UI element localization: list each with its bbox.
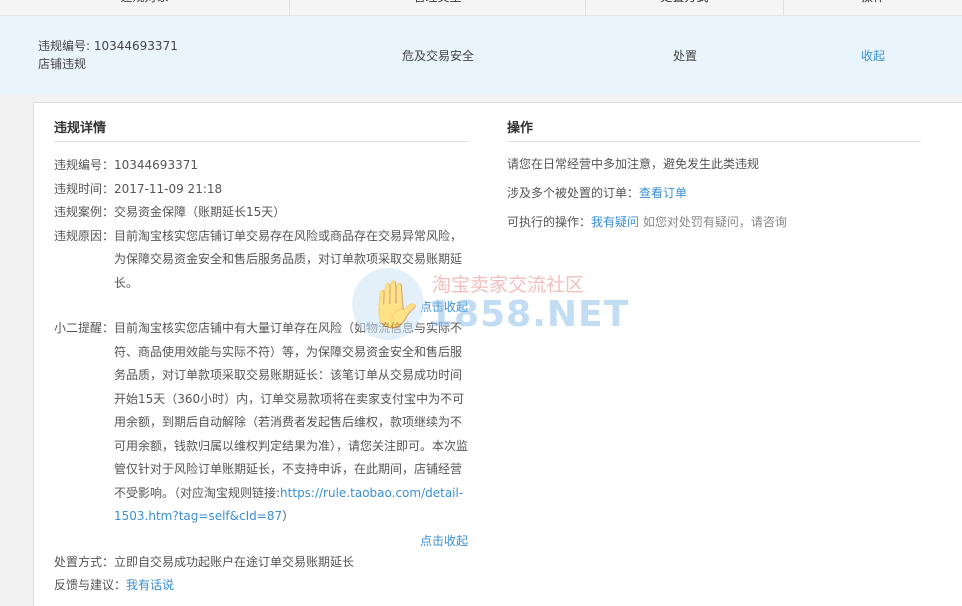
violation-table-header: 违规对象 管理类型 处置方式 操作: [0, 0, 962, 16]
violation-details-section: 违规详情 违规编号： 10344693371 违规时间： 2017-11-09 …: [54, 117, 468, 598]
detail-method-row: 处置方式： 立即自交易成功起账户在途订单交易账期延长: [54, 551, 468, 575]
actions-hint: 如您对处罚有疑问，请咨询: [642, 215, 787, 229]
detail-id-label: 违规编号：: [54, 158, 115, 172]
detail-method-label: 处置方式：: [54, 554, 115, 569]
detail-panel: 违规详情 违规编号： 10344693371 违规时间： 2017-11-09 …: [33, 102, 962, 606]
summary-type: 店铺违规: [38, 57, 87, 71]
header-target: 违规对象: [0, 0, 290, 15]
detail-time-value: 2017-11-09 21:18: [114, 181, 223, 196]
detail-case-value: 交易资金保障（账期延长15天）: [114, 205, 286, 219]
detail-case-label: 违规案例：: [54, 205, 115, 219]
orders-label: 涉及多个被处置的订单：: [507, 186, 640, 200]
detail-id-value: 10344693371: [114, 158, 198, 172]
header-action: 操作: [784, 0, 962, 15]
violation-summary-row: 违规编号: 10344693371 店铺违规 危及交易安全 处置 收起: [0, 16, 962, 94]
operations-notice: 请您在日常经营中多加注意，避免发生此类违规: [507, 157, 760, 171]
operations-actions-row: 可执行的操作：我有疑问 如您对处罚有疑问，请咨询: [507, 208, 921, 237]
header-type: 管理类型: [290, 0, 586, 15]
summary-category: 危及交易安全: [401, 48, 474, 63]
detail-reason-label: 违规原因：: [54, 228, 115, 243]
detail-time-row: 违规时间： 2017-11-09 21:18: [54, 178, 468, 202]
operations-orders-row: 涉及多个被处置的订单：查看订单: [507, 179, 921, 208]
reminder-close: ）: [282, 509, 295, 523]
summary-target: 违规编号: 10344693371 店铺违规: [0, 37, 290, 73]
summary-action: 处置: [672, 48, 697, 63]
operations-section: 操作 请您在日常经营中多加注意，避免发生此类违规 涉及多个被处置的订单：查看订单…: [507, 117, 921, 237]
detail-method-value: 立即自交易成功起账户在途订单交易账期延长: [114, 554, 355, 569]
feedback-link[interactable]: 我有话说: [126, 578, 174, 592]
details-title: 违规详情: [54, 117, 468, 142]
actions-label: 可执行的操作：: [507, 215, 592, 229]
reason-collapse-link[interactable]: 点击收起: [420, 300, 468, 314]
header-method: 处置方式: [586, 0, 784, 15]
detail-reminder-label: 小二提醒：: [54, 321, 115, 335]
operations-title: 操作: [507, 117, 921, 142]
detail-reminder-value: 目前淘宝核实您店铺中有大量订单存在风险（如物流信息与实际不符、商品使用效能与实际…: [114, 317, 468, 529]
detail-case-row: 违规案例： 交易资金保障（账期延长15天）: [54, 201, 468, 225]
reminder-text: 目前淘宝核实您店铺中有大量订单存在风险（如物流信息与实际不符、商品使用效能与实际…: [114, 321, 469, 500]
summary-id: 违规编号: 10344693371: [38, 39, 178, 53]
question-link[interactable]: 我有疑问: [591, 215, 639, 229]
detail-time-label: 违规时间：: [54, 181, 115, 196]
detail-id-row: 违规编号： 10344693371: [54, 154, 468, 178]
collapse-link[interactable]: 收起: [861, 49, 885, 63]
detail-reminder-row: 小二提醒： 目前淘宝核实您店铺中有大量订单存在风险（如物流信息与实际不符、商品使…: [54, 317, 468, 529]
reminder-collapse-link[interactable]: 点击收起: [420, 534, 468, 548]
detail-reason-row: 违规原因： 目前淘宝核实您店铺订单交易存在风险或商品存在交易异常风险，为保障交易…: [54, 225, 468, 296]
detail-feedback-row: 反馈与建议： 我有话说: [54, 574, 468, 598]
detail-reason-value: 目前淘宝核实您店铺订单交易存在风险或商品存在交易异常风险，为保障交易资金安全和售…: [114, 228, 463, 290]
view-orders-link[interactable]: 查看订单: [639, 186, 687, 200]
detail-feedback-label: 反馈与建议：: [54, 578, 127, 592]
